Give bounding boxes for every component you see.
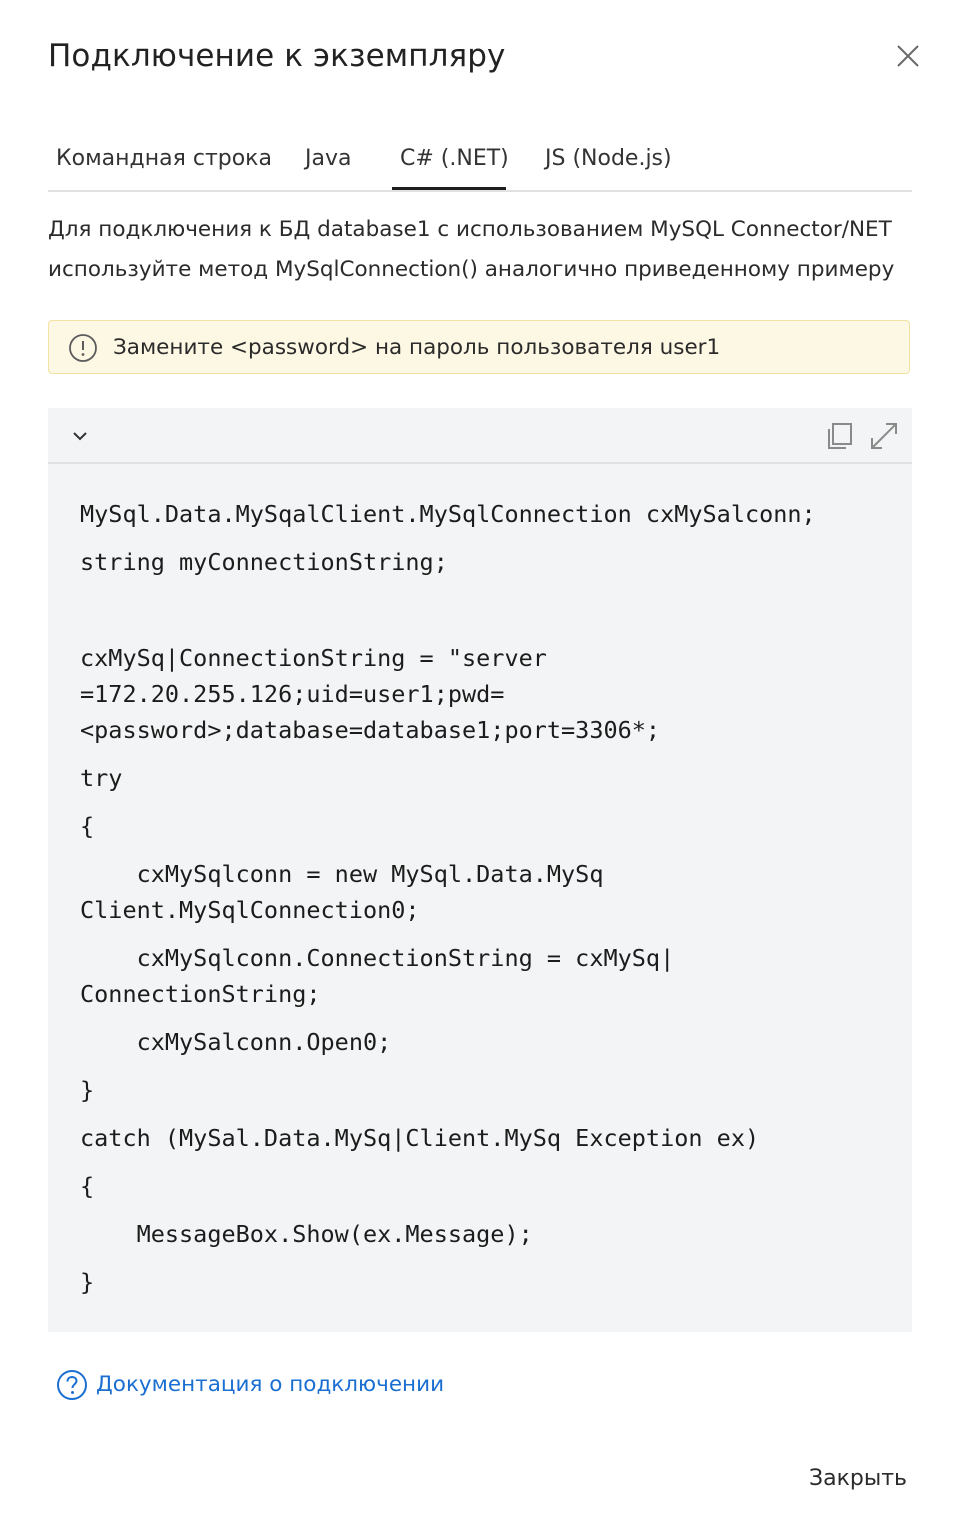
- description-line-1: Для подключения к БД database1 с использ…: [48, 217, 892, 242]
- code-line: try: [80, 764, 123, 792]
- code-line: {: [80, 1172, 95, 1200]
- warning-circle-icon: [69, 334, 97, 362]
- code-line: ConnectionString;: [80, 980, 321, 1008]
- code-line: =172.20.255.126;uid=user1;pwd=: [80, 680, 505, 708]
- connection-description: Для подключения к БД database1 с использ…: [48, 210, 912, 290]
- code-line: MessageBox.Show(ex.Message);: [80, 1220, 533, 1248]
- description-line-2: используйте метод MySqlConnection() анал…: [48, 257, 895, 282]
- help-circle-icon: [57, 1370, 87, 1400]
- code-line: string myConnectionString;: [80, 548, 448, 576]
- documentation-link-label[interactable]: Документация о подключении: [96, 1372, 444, 1397]
- code-line: {: [80, 812, 95, 840]
- code-line: catch (MySal.Data.MySq|Client.MySq Excep…: [80, 1124, 760, 1152]
- close-icon[interactable]: [892, 40, 924, 72]
- code-line: MySql.Data.MySqalClient.MySqlConnection …: [80, 500, 816, 528]
- notice-text: Замените <password> на пароль пользовате…: [113, 335, 721, 360]
- code-block: MySql.Data.MySqalClient.MySqlConnection …: [48, 408, 912, 1332]
- connection-dialog: Подключение к экземпляру Командная строк…: [0, 0, 960, 1532]
- tab-csharp[interactable]: C# (.NET): [400, 146, 509, 171]
- tab-nodejs[interactable]: JS (Node.js): [545, 146, 672, 171]
- code-line: cxMySqlconn.ConnectionString = cxMySq|: [80, 944, 675, 972]
- code-toolbar: [48, 408, 912, 464]
- tab-bar: Командная строка Java C# (.NET) JS (Node…: [48, 132, 912, 192]
- code-line: cxMySqlconn = new MySql.Data.MySq: [80, 860, 604, 888]
- code-line: }: [80, 1076, 95, 1104]
- close-button[interactable]: Закрыть: [796, 1456, 920, 1500]
- code-line: <password>;database=database1;port=3306*…: [80, 716, 661, 744]
- tab-java[interactable]: Java: [305, 146, 351, 171]
- expand-icon[interactable]: [868, 420, 900, 452]
- active-tab-indicator: [392, 187, 506, 190]
- code-line: Client.MySqlConnection0;: [80, 896, 420, 924]
- code-line: cxMySq|ConnectionString = "server: [80, 644, 547, 672]
- dialog-title: Подключение к экземпляру: [48, 38, 506, 74]
- tab-command-line[interactable]: Командная строка: [56, 146, 272, 171]
- copy-icon[interactable]: [824, 420, 856, 452]
- password-notice: Замените <password> на пароль пользовате…: [48, 320, 910, 374]
- code-line: }: [80, 1268, 95, 1296]
- chevron-down-icon[interactable]: [68, 424, 92, 448]
- code-line: cxMySalconn.Open0;: [80, 1028, 392, 1056]
